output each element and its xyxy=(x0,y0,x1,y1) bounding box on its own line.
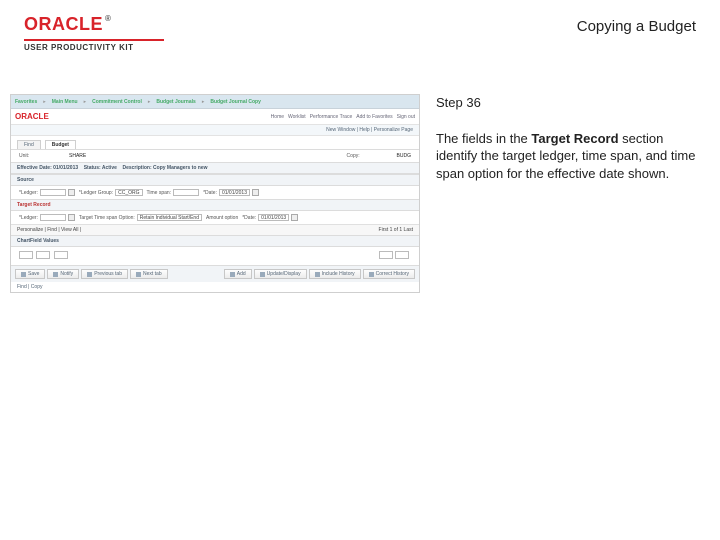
prev-tab-button[interactable]: Previous tab xyxy=(81,269,128,279)
tgt-ts-label: Target Time span Option: xyxy=(79,215,135,221)
correct-button[interactable]: Correct History xyxy=(363,269,415,279)
brand-tm: ® xyxy=(105,14,111,23)
cf-slot[interactable] xyxy=(36,251,50,259)
unit-value: SHARE xyxy=(69,153,86,159)
src-lg-label: *Ledger Group: xyxy=(79,190,113,196)
arrow-left-icon xyxy=(87,272,92,277)
add-button[interactable]: Add xyxy=(224,269,252,279)
effdate-section: Effective Date: 01/01/2013 Status: Activ… xyxy=(11,162,419,174)
edit-icon xyxy=(369,272,374,277)
link-help[interactable]: Help xyxy=(359,127,369,133)
desc-pre: The fields in the xyxy=(436,131,531,146)
src-date-label: *Date: xyxy=(203,190,217,196)
src-ledger-label: *Ledger: xyxy=(19,190,38,196)
target-grid: *Ledger: Target Time span Option:Retain … xyxy=(11,211,419,224)
copy-label: Copy: xyxy=(347,153,387,159)
tgt-ledger-input[interactable] xyxy=(40,214,66,221)
calendar-icon[interactable] xyxy=(291,214,298,221)
refresh-icon xyxy=(260,272,265,277)
step-description: The fields in the Target Record section … xyxy=(436,130,700,183)
notify-button[interactable]: Notify xyxy=(47,269,79,279)
brand-name: ORACLE xyxy=(24,14,103,34)
cf-slot[interactable] xyxy=(54,251,68,259)
pager-nav[interactable]: First 1 of 1 Last xyxy=(379,227,413,233)
desc-label: Description: xyxy=(122,165,151,171)
calendar-icon[interactable] xyxy=(252,189,259,196)
pager-links[interactable]: Personalize | Find | View All | xyxy=(17,227,81,233)
nav-worklist[interactable]: Worklist xyxy=(288,114,306,120)
nav-home[interactable]: Home xyxy=(271,114,284,120)
cf-add-icon[interactable] xyxy=(379,251,393,259)
brand-logo: ORACLE® xyxy=(24,14,164,35)
instruction-panel: Step 36 The fields in the Target Record … xyxy=(436,94,700,293)
app-header: ORACLE Home Worklist Performance Trace A… xyxy=(11,109,419,125)
brand-subtitle: USER PRODUCTIVITY KIT xyxy=(24,43,164,52)
lookup-icon[interactable] xyxy=(68,214,75,221)
effdate-value: 01/01/2013 xyxy=(53,165,78,171)
arrow-right-icon xyxy=(136,272,141,277)
nav-ptrace[interactable]: Performance Trace xyxy=(310,114,353,120)
target-header: Target Record xyxy=(11,199,419,211)
footer-links[interactable]: Find | Copy xyxy=(11,282,419,292)
status-value: Active xyxy=(102,165,117,171)
source-grid: *Ledger: *Ledger Group:CC_ORG Time span:… xyxy=(11,186,419,199)
nav-addfav[interactable]: Add to Favorites xyxy=(356,114,392,120)
window-links: New Window | Help | Personalize Page xyxy=(11,125,419,136)
desc-value: Copy Managers to new xyxy=(153,165,207,171)
link-new-window[interactable]: New Window xyxy=(326,127,355,133)
cf-slot[interactable] xyxy=(19,251,33,259)
history-button[interactable]: Include History xyxy=(309,269,361,279)
tgt-amt-label: Amount option xyxy=(206,215,238,221)
src-ledger-input[interactable] xyxy=(40,189,66,196)
link-personalize[interactable]: Personalize Page xyxy=(374,127,413,133)
source-header: Source xyxy=(11,174,419,186)
tgt-date-label: *Date: xyxy=(242,215,256,221)
cf-values xyxy=(11,247,419,265)
tgt-date-input[interactable]: 01/01/2013 xyxy=(258,214,289,221)
toolbar: Save Notify Previous tab Next tab Add Up… xyxy=(11,265,419,282)
header: ORACLE® USER PRODUCTIVITY KIT Copying a … xyxy=(0,0,720,58)
status-label: Status: xyxy=(84,165,101,171)
desc-bold: Target Record xyxy=(531,131,618,146)
src-lg-input[interactable]: CC_ORG xyxy=(115,189,142,196)
save-icon xyxy=(21,272,26,277)
next-tab-button[interactable]: Next tab xyxy=(130,269,168,279)
nav-signout[interactable]: Sign out xyxy=(397,114,415,120)
tgt-ledger-label: *Ledger: xyxy=(19,215,38,221)
tab-budget[interactable]: Budget xyxy=(45,140,76,149)
breadcrumb-item[interactable]: Commitment Control xyxy=(92,99,142,105)
tgt-ts-input[interactable]: Retain Individual Start/End xyxy=(137,214,202,221)
breadcrumb-bar: Favorites▸ Main Menu▸ Commitment Control… xyxy=(11,95,419,109)
app-screenshot: Favorites▸ Main Menu▸ Commitment Control… xyxy=(10,94,420,293)
src-ts-input[interactable] xyxy=(173,189,199,196)
brand-bar xyxy=(24,39,164,41)
app-logo: ORACLE xyxy=(15,112,49,121)
effdate-label: Effective Date: xyxy=(17,165,52,171)
history-icon xyxy=(315,272,320,277)
update-button[interactable]: Update/Display xyxy=(254,269,307,279)
lookup-icon[interactable] xyxy=(68,189,75,196)
cf-header: ChartField Values xyxy=(11,235,419,247)
copy-value: BUDG xyxy=(397,153,411,159)
breadcrumb-item[interactable]: Budget Journal Copy xyxy=(210,99,261,105)
tab-find[interactable]: Find xyxy=(17,140,41,149)
page-title: Copying a Budget xyxy=(577,18,696,35)
cf-del-icon[interactable] xyxy=(395,251,409,259)
notify-icon xyxy=(53,272,58,277)
plus-icon xyxy=(230,272,235,277)
breadcrumb-item[interactable]: Favorites xyxy=(15,99,37,105)
src-date-input[interactable]: 01/01/2013 xyxy=(219,189,250,196)
breadcrumb-item[interactable]: Budget Journals xyxy=(156,99,195,105)
save-button[interactable]: Save xyxy=(15,269,45,279)
pager: Personalize | Find | View All | First 1 … xyxy=(11,224,419,235)
brand: ORACLE® USER PRODUCTIVITY KIT xyxy=(24,14,164,52)
sub-tabs: Find Budget xyxy=(11,136,419,150)
src-ts-label: Time span: xyxy=(147,190,172,196)
unit-row: Unit: SHARE Copy: BUDG xyxy=(11,150,419,162)
step-label: Step 36 xyxy=(436,94,700,112)
breadcrumb-item[interactable]: Main Menu xyxy=(52,99,78,105)
unit-label: Unit: xyxy=(19,153,59,159)
